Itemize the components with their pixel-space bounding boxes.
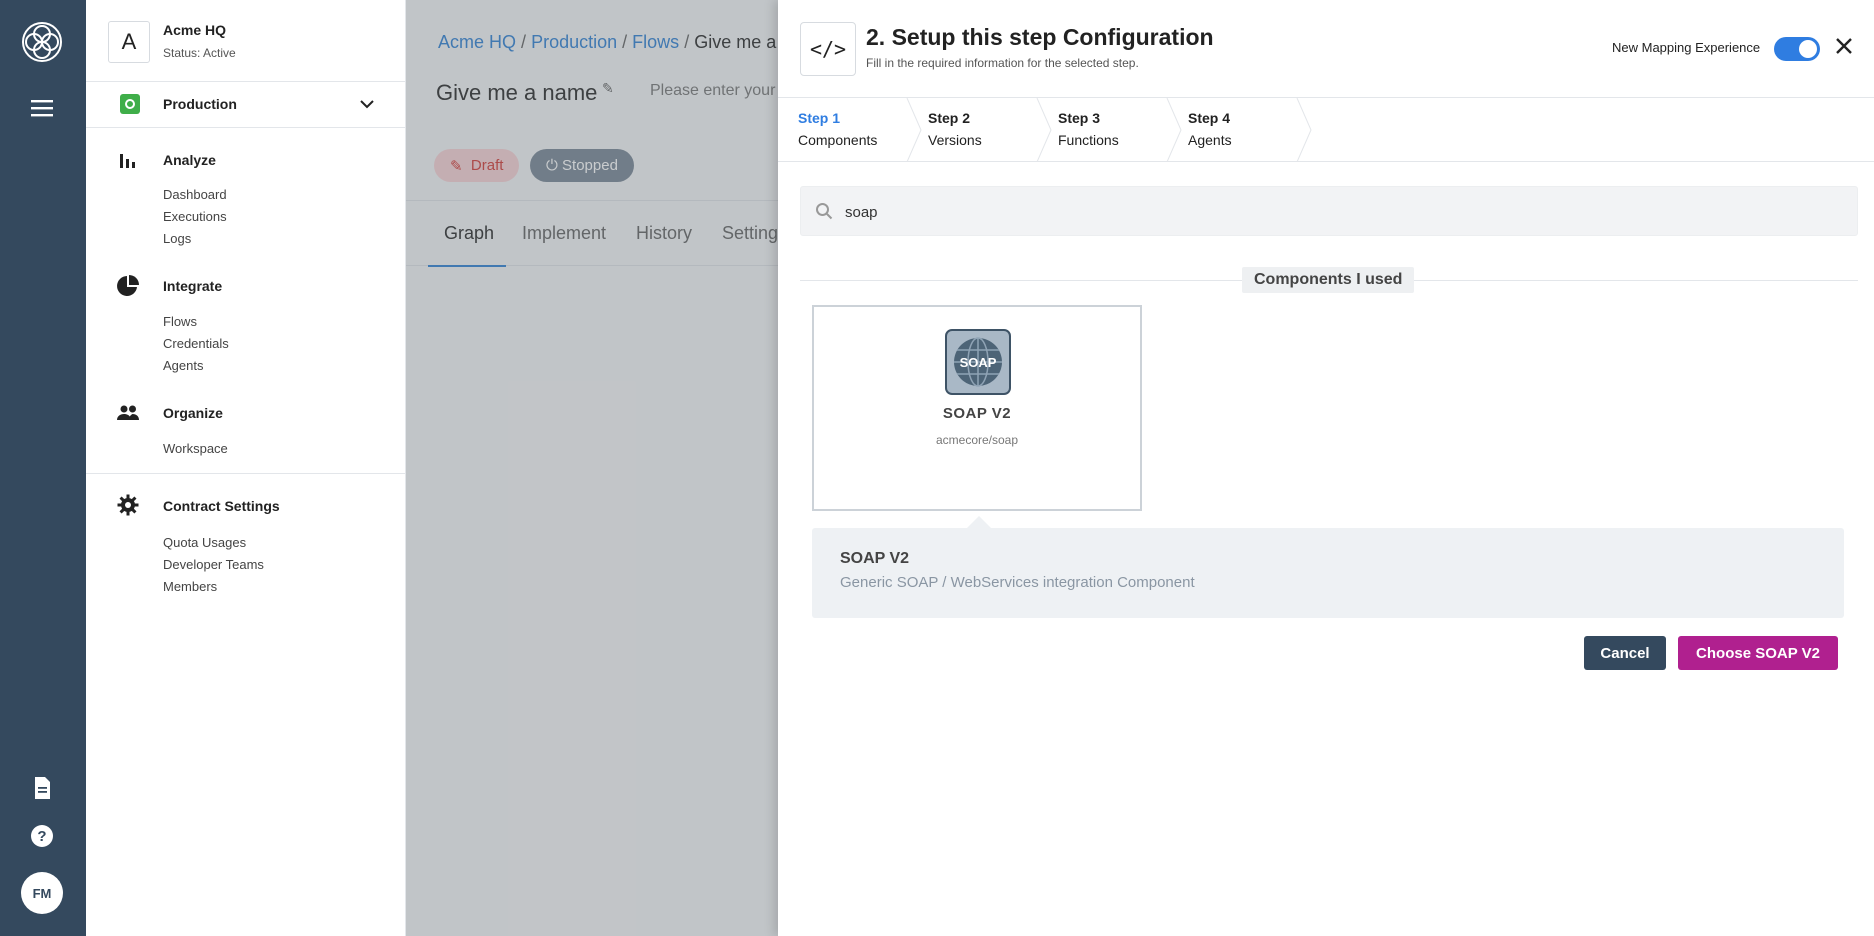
nav-item-developer-teams[interactable]: Developer Teams [163, 557, 264, 572]
wizard-step-3[interactable]: Step 3 Functions [1038, 98, 1182, 162]
step-name: Components [798, 132, 878, 148]
step-name: Versions [928, 132, 982, 148]
detail-title: SOAP V2 [840, 550, 910, 567]
drawer-header: </> 2. Setup this step Configuration Fil… [778, 0, 1874, 98]
wizard-step-2[interactable]: Step 2 Versions [908, 98, 1052, 162]
nav-item-credentials[interactable]: Credentials [163, 336, 229, 351]
nav-item-agents[interactable]: Agents [163, 358, 203, 373]
group-label: Components I used [1242, 267, 1415, 293]
sidebar: A Acme HQ Status: Active Production Anal… [86, 0, 406, 936]
step-configuration-drawer: </> 2. Setup this step Configuration Fil… [778, 0, 1874, 936]
step-number: Step 3 [1058, 110, 1101, 126]
workspace-name: Acme HQ [163, 22, 227, 38]
mapping-experience-toggle[interactable] [1774, 37, 1820, 61]
app-logo-icon[interactable] [20, 20, 64, 64]
nav-item-quota-usages[interactable]: Quota Usages [163, 535, 246, 550]
nav-item-logs[interactable]: Logs [163, 231, 191, 246]
soap-globe-icon: SOAP [945, 329, 1011, 395]
context-label: Production [163, 96, 237, 112]
nav-heading-analyze[interactable]: Analyze [163, 152, 216, 168]
component-title: SOAP V2 [942, 405, 1012, 422]
chevron-down-icon[interactable] [357, 94, 377, 114]
context-selector[interactable]: Production [86, 82, 405, 128]
step-number: Step 4 [1188, 110, 1231, 126]
component-search [800, 186, 1858, 236]
nav-heading-organize[interactable]: Organize [163, 405, 223, 421]
wizard-step-1[interactable]: Step 1 Components [778, 98, 922, 162]
step-name: Functions [1058, 132, 1119, 148]
svg-text:?: ? [37, 828, 46, 845]
pie-chart-icon [117, 275, 139, 296]
hamburger-menu-icon[interactable] [28, 98, 56, 118]
drawer-title: 2. Setup this step Configuration [866, 24, 1214, 50]
workspace-badge: A [108, 21, 150, 63]
components-group-header: Components I used [800, 267, 1858, 293]
nav-item-dashboard[interactable]: Dashboard [163, 187, 227, 202]
workspace-status: Status: Active [163, 46, 236, 60]
cancel-button[interactable]: Cancel [1584, 636, 1666, 670]
nav-item-executions[interactable]: Executions [163, 209, 227, 224]
close-icon[interactable] [1832, 34, 1856, 58]
user-avatar[interactable]: FM [21, 872, 63, 914]
gear-icon [117, 494, 139, 516]
document-icon[interactable] [29, 775, 55, 801]
nav-item-workspace[interactable]: Workspace [163, 441, 228, 456]
left-rail: ? FM [0, 0, 86, 936]
bar-chart-icon [120, 154, 135, 168]
sidebar-divider [86, 473, 406, 474]
component-detail-panel: SOAP V2 Generic SOAP / WebServices integ… [812, 516, 1844, 618]
step-number: Step 2 [928, 110, 971, 126]
nav-heading-contract-settings[interactable]: Contract Settings [163, 498, 280, 514]
search-icon [816, 203, 833, 220]
detail-description: Generic SOAP / WebServices integration C… [840, 574, 1195, 591]
component-card-soap[interactable]: SOAP SOAP V2 acmecore/soap [812, 305, 1142, 511]
component-slug: acmecore/soap [935, 433, 1019, 447]
help-icon[interactable]: ? [29, 823, 55, 849]
mapping-toggle-label: New Mapping Experience [1612, 40, 1761, 55]
people-icon [117, 405, 139, 420]
context-status-icon [120, 94, 140, 114]
wizard-step-4[interactable]: Step 4 Agents [1168, 98, 1312, 162]
step-wizard: Step 1 Components Step 2 Versions Step 3… [778, 98, 1874, 162]
step-chevron [1296, 98, 1312, 162]
workspace-switcher[interactable]: A Acme HQ Status: Active [86, 0, 405, 82]
step-name: Agents [1188, 132, 1232, 148]
nav-item-members[interactable]: Members [163, 579, 217, 594]
step-number: Step 1 [798, 110, 841, 126]
code-icon: </> [800, 22, 856, 76]
drawer-subtitle: Fill in the required information for the… [866, 56, 1139, 70]
search-input[interactable] [845, 199, 1845, 225]
nav-heading-integrate[interactable]: Integrate [163, 278, 222, 294]
choose-component-button[interactable]: Choose SOAP V2 [1678, 636, 1838, 670]
nav-item-flows[interactable]: Flows [163, 314, 197, 329]
logo-text: SOAP [960, 355, 997, 370]
